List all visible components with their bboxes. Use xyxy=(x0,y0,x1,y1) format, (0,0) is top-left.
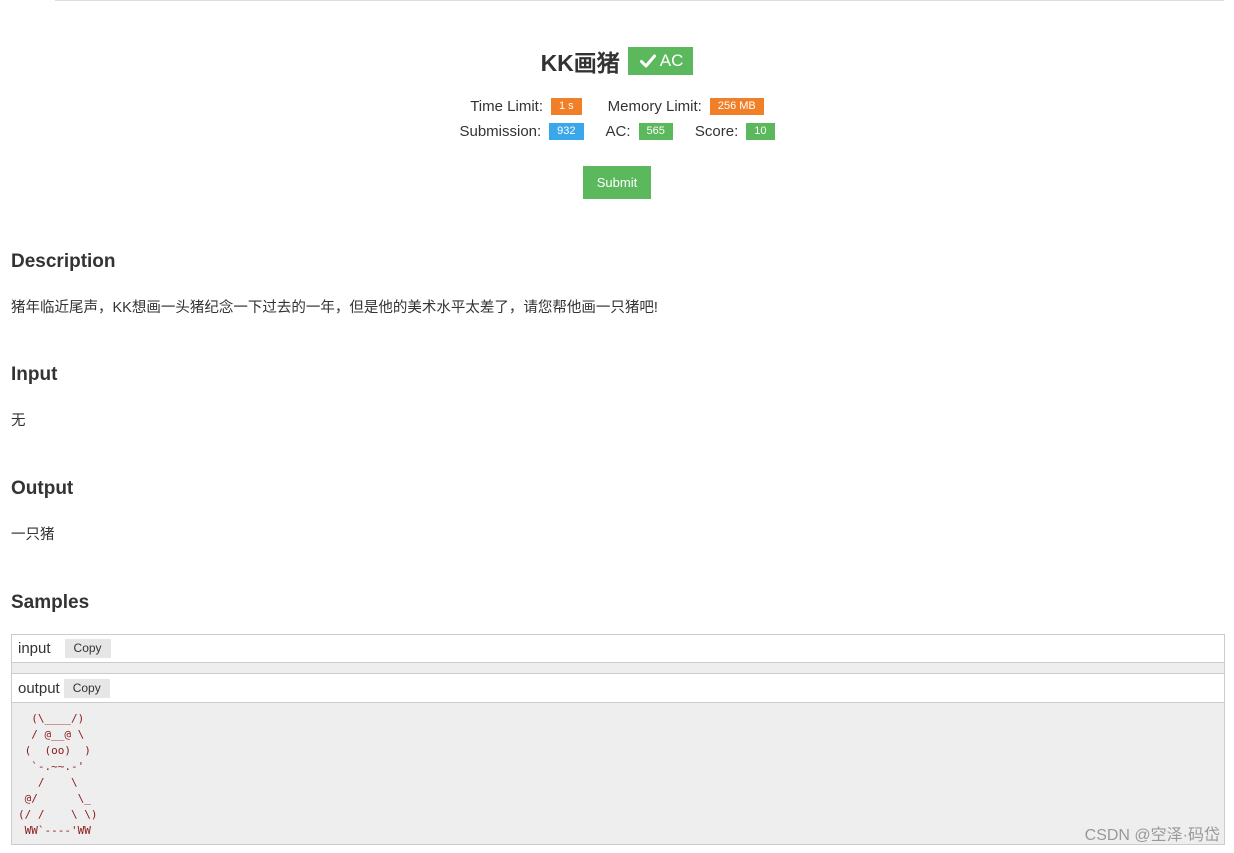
ac-count-badge: 565 xyxy=(638,123,673,140)
copy-input-button[interactable]: Copy xyxy=(64,639,111,658)
watermark: CSDN @空泽·码岱 xyxy=(1084,827,1220,844)
sample-output-body: (\____/) / @__@ \ ( (oo) ) `-.~~.-' / \ … xyxy=(12,702,1224,844)
output-text: 一只猪 xyxy=(11,527,55,543)
submission-label: Submission: xyxy=(459,123,542,140)
input-heading: Input xyxy=(11,364,58,385)
output-section: Output 一只猪 xyxy=(11,478,73,544)
samples-section: Samples xyxy=(11,592,89,614)
limits-row: Time Limit: 1 s Memory Limit: 256 MB xyxy=(0,98,1234,115)
check-icon xyxy=(639,54,656,68)
input-text: 无 xyxy=(11,413,26,429)
description-heading: Description xyxy=(11,251,116,272)
description-text: 猪年临近尾声，KK想画一头猪纪念一下过去的一年，但是他的美术水平太差了，请您帮他… xyxy=(11,300,658,316)
samples-heading: Samples xyxy=(11,592,90,613)
submission-count-badge: 932 xyxy=(549,123,584,140)
output-heading: Output xyxy=(11,478,74,499)
stats-row: Submission: 932 AC: 565 Score: 10 xyxy=(0,123,1234,140)
ac-label: AC: xyxy=(605,123,631,140)
memory-limit-label: Memory Limit: xyxy=(607,98,702,115)
sample-input-panel: input Copy xyxy=(11,634,1225,674)
sample-output-panel: output Copy (\____/) / @__@ \ ( (oo) ) `… xyxy=(11,673,1225,845)
time-limit-label: Time Limit: xyxy=(470,98,543,115)
sample-output-label: output xyxy=(18,679,60,697)
score-label: Score: xyxy=(694,123,739,140)
sample-input-label: input xyxy=(18,640,51,657)
sample-input-body xyxy=(12,662,1224,673)
title-row: KK画猪 AC xyxy=(0,44,1234,78)
time-limit-badge: 1 s xyxy=(550,98,582,115)
sample-output-content: (\____/) / @__@ \ ( (oo) ) `-.~~.-' / \ … xyxy=(18,712,98,837)
description-section: Description 猪年临近尾声，KK想画一头猪纪念一下过去的一年，但是他的… xyxy=(11,251,658,317)
sample-output-header: output Copy xyxy=(12,674,1224,702)
top-divider xyxy=(55,0,1224,1)
submit-button[interactable]: Submit xyxy=(582,166,652,199)
sample-input-header: input Copy xyxy=(12,635,1224,662)
input-section: Input 无 xyxy=(11,364,57,430)
memory-limit-badge: 256 MB xyxy=(709,98,764,115)
score-badge: 10 xyxy=(746,123,775,140)
problem-title: KK画猪 xyxy=(540,50,620,76)
copy-output-button[interactable]: Copy xyxy=(63,678,110,698)
status-text: AC xyxy=(659,51,684,70)
status-badge: AC xyxy=(627,47,694,75)
problem-header: KK画猪 AC Time Limit: 1 s Memory Limit: 25… xyxy=(0,44,1234,199)
